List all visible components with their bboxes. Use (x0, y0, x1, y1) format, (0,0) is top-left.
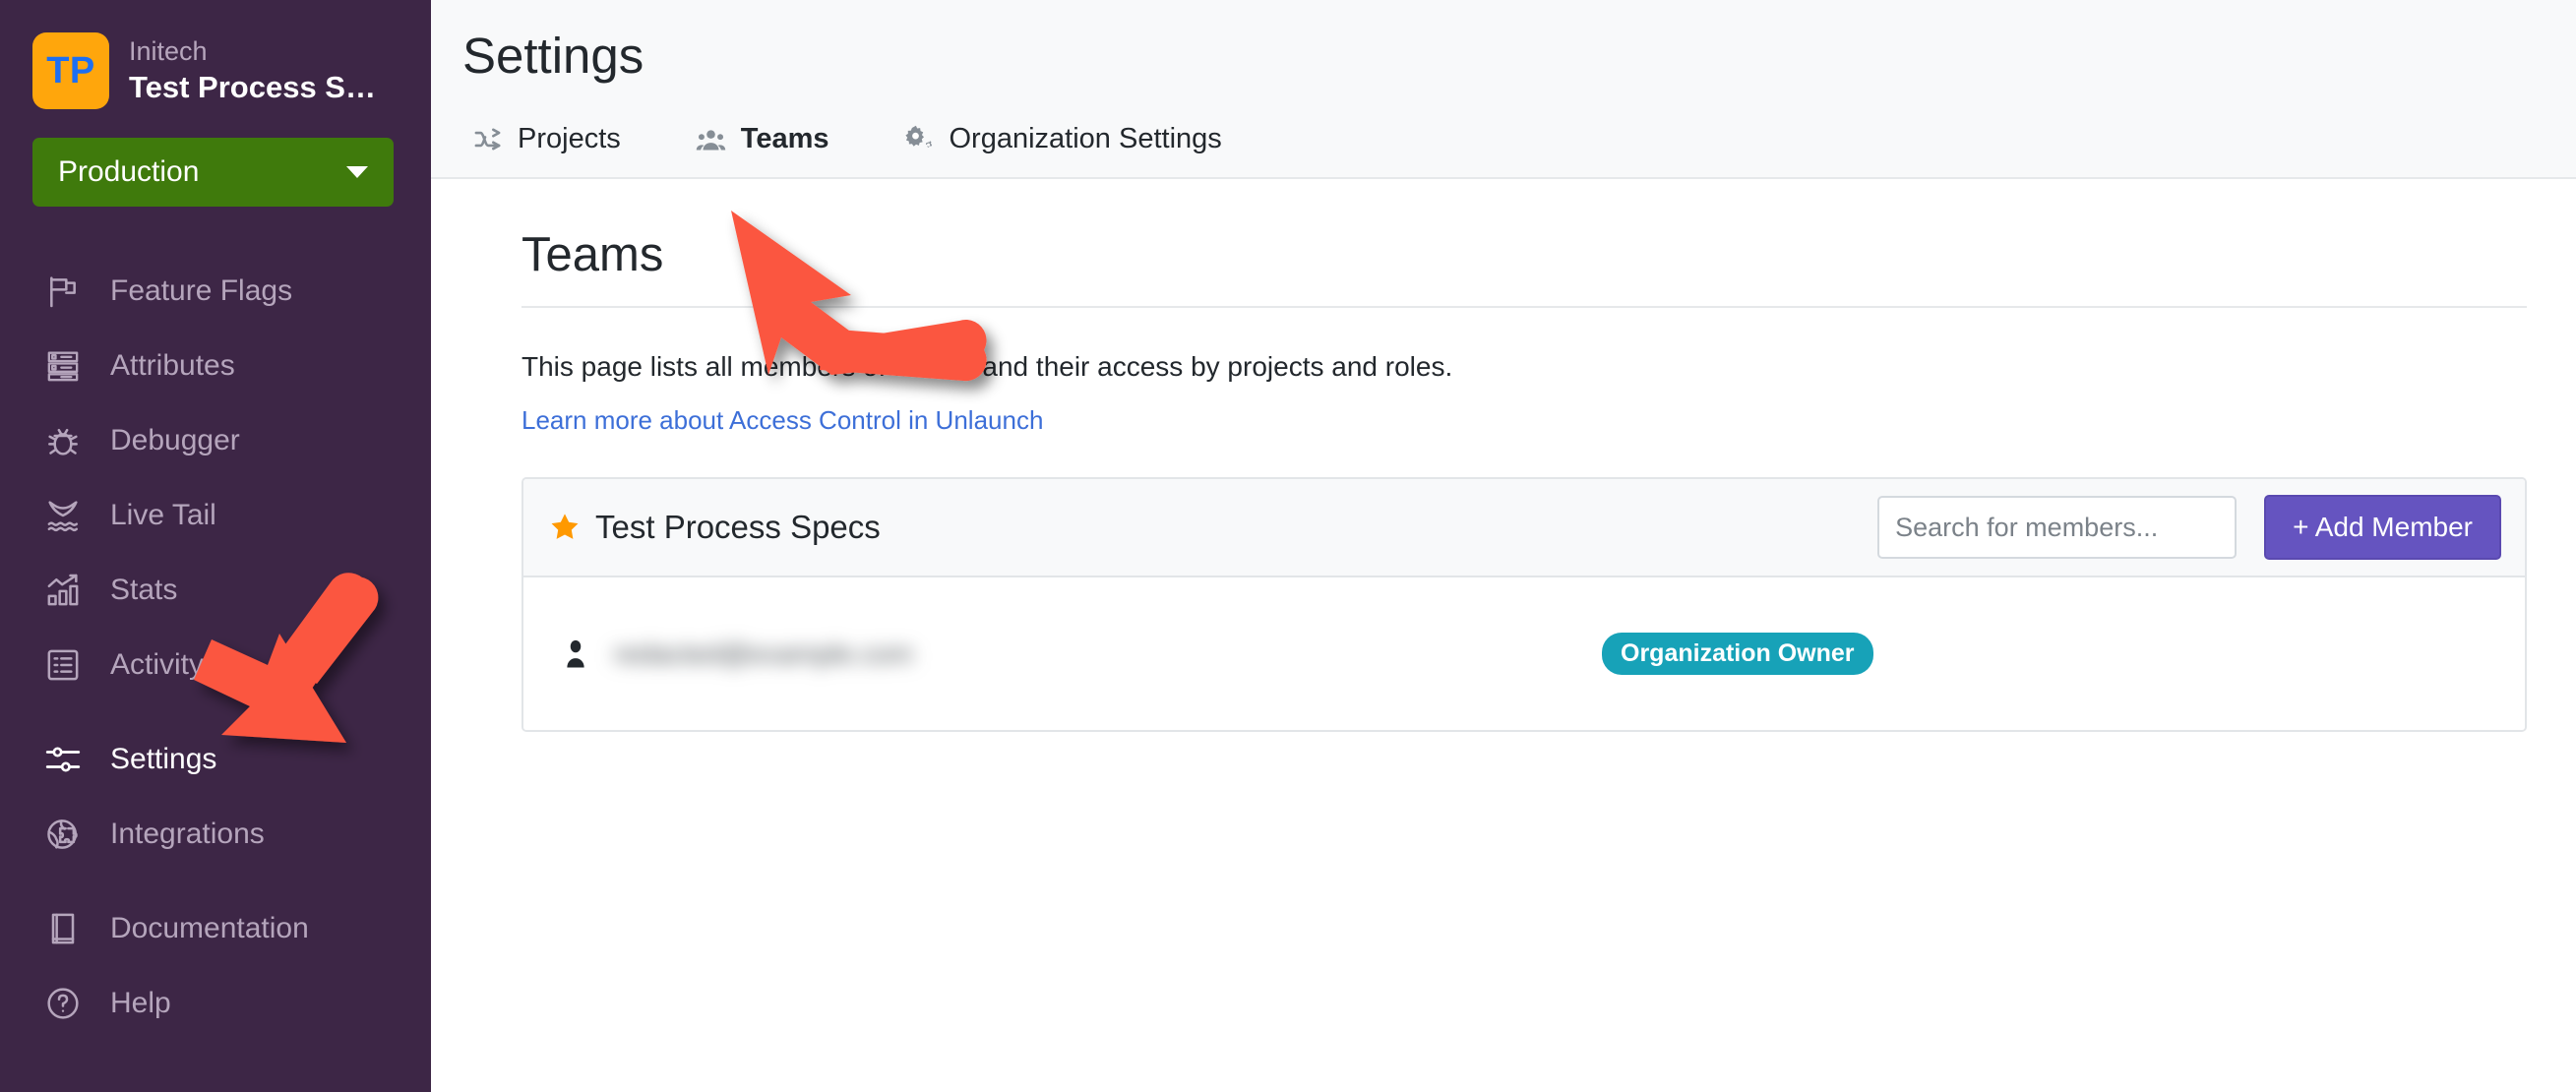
gears-icon (904, 124, 935, 154)
book-icon (43, 909, 83, 948)
app-window: TP Initech Test Process S… Production Fe… (0, 0, 2576, 1092)
team-card-title: Test Process Specs (549, 509, 1877, 546)
table-row[interactable]: redacted@example.com Organization Owner (523, 577, 2525, 731)
add-member-button[interactable]: + Add Member (2264, 495, 2501, 561)
organization-name: Initech (129, 35, 208, 66)
sidebar-item-label: Activity (110, 648, 205, 681)
page-title: Settings (462, 28, 644, 84)
puzzle-globe-icon (43, 815, 83, 854)
learn-more-link[interactable]: Learn more about Access Control in Unlau… (472, 385, 1043, 438)
sidebar-item-label: Feature Flags (110, 274, 293, 307)
tab-label: Organization Settings (949, 123, 1222, 155)
member-identity: redacted@example.com (559, 637, 1602, 671)
bug-icon (43, 421, 83, 460)
sidebar-item-help[interactable]: Help (0, 966, 431, 1041)
sidebar-item-debugger[interactable]: Debugger (0, 403, 431, 478)
chevron-down-icon (346, 166, 368, 178)
sidebar-item-feature-flags[interactable]: Feature Flags (0, 254, 431, 329)
sliders-icon (43, 740, 83, 779)
tab-projects[interactable]: Projects (472, 123, 621, 155)
sidebar-item-label: Integrations (110, 818, 265, 850)
question-circle-icon (43, 984, 83, 1023)
member-email: redacted@example.com (614, 637, 913, 669)
sidebar-item-label: Stats (110, 574, 178, 606)
tab-label: Projects (518, 123, 621, 155)
brand-text: Initech Test Process S… (129, 35, 376, 107)
sidebar-item-live-tail[interactable]: Live Tail (0, 478, 431, 553)
sidebar-item-activity[interactable]: Activity (0, 628, 431, 702)
brand-header[interactable]: TP Initech Test Process S… (0, 0, 431, 109)
sidebar: TP Initech Test Process S… Production Fe… (0, 0, 431, 1092)
tab-organization-settings[interactable]: Organization Settings (904, 123, 1222, 155)
status-badge: Organization Owner (1602, 633, 1873, 676)
sidebar-nav: Feature Flags Attributes Debugger Live T… (0, 254, 431, 1041)
sidebar-item-settings[interactable]: Settings (0, 722, 431, 797)
sidebar-item-attributes[interactable]: Attributes (0, 329, 431, 403)
sidebar-item-label: Attributes (110, 349, 235, 382)
flag-icon (43, 272, 83, 311)
sidebar-item-label: Help (110, 987, 171, 1019)
tab-teams[interactable]: Teams (696, 123, 829, 155)
sidebar-item-label: Live Tail (110, 499, 216, 531)
project-name: Test Process S… (129, 69, 376, 104)
attributes-icon (43, 346, 83, 386)
sidebar-item-label: Debugger (110, 424, 240, 456)
people-icon (696, 124, 726, 154)
main-area: Settings Projects Teams Organization Set… (431, 0, 2576, 1092)
whale-tail-icon (43, 496, 83, 535)
project-logo: TP (32, 32, 109, 109)
sidebar-item-stats[interactable]: Stats (0, 553, 431, 628)
team-card-actions: + Add Member (1877, 495, 2501, 561)
settings-tabs: Projects Teams Organization Settings (431, 86, 2576, 177)
page-content: Teams This page lists all members of Ini… (431, 179, 2576, 1092)
environment-label: Production (58, 155, 200, 188)
sidebar-item-label: Settings (110, 743, 217, 775)
person-icon (559, 637, 592, 671)
search-input[interactable] (1877, 496, 2238, 560)
sidebar-item-documentation[interactable]: Documentation (0, 891, 431, 966)
shuffle-icon (472, 124, 503, 154)
section-title: Teams (521, 228, 664, 282)
tab-label: Teams (740, 123, 829, 155)
team-card-header: Test Process Specs + Add Member (523, 479, 2525, 578)
section-description: This page lists all members of Initech a… (521, 350, 1453, 382)
team-card: Test Process Specs + Add Member (521, 477, 2527, 733)
environment-selector[interactable]: Production (32, 138, 394, 207)
star-icon (549, 512, 581, 543)
page-header: Settings Projects Teams Organization Set… (431, 0, 2576, 180)
team-name: Test Process Specs (595, 509, 881, 546)
sidebar-item-integrations[interactable]: Integrations (0, 797, 431, 872)
stats-chart-icon (43, 571, 83, 610)
activity-list-icon (43, 645, 83, 685)
sidebar-item-label: Documentation (110, 912, 309, 944)
